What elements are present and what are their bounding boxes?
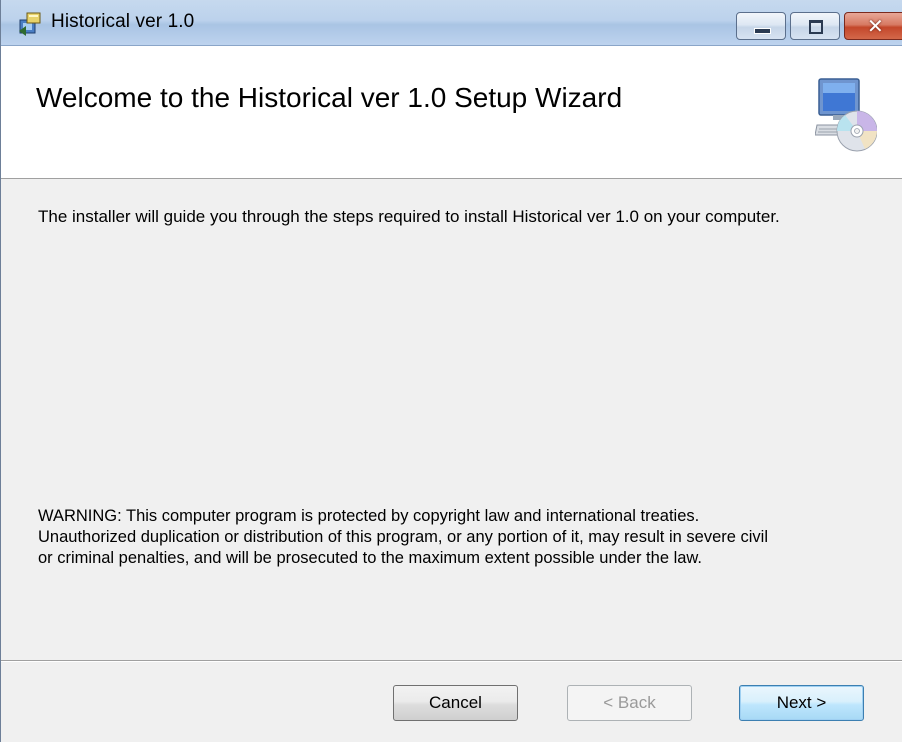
close-button[interactable]: ✕ — [844, 12, 902, 40]
minimize-button[interactable] — [736, 12, 786, 40]
warning-line: or criminal penalties, and will be prose… — [38, 549, 703, 567]
next-button[interactable]: Next > — [739, 685, 864, 721]
wizard-title: Welcome to the Historical ver 1.0 Setup … — [36, 82, 623, 113]
computer-cd-icon — [815, 78, 877, 152]
cancel-button[interactable]: Cancel — [393, 685, 518, 721]
title-bar[interactable]: Historical ver 1.0 ✕ — [1, 0, 902, 46]
window-title: Historical ver 1.0 — [51, 11, 195, 32]
copyright-warning: WARNING: This computer program is protec… — [38, 506, 888, 569]
maximize-icon — [809, 20, 823, 34]
footer-divider — [1, 660, 902, 662]
warning-line: Unauthorized duplication or distribution… — [38, 528, 769, 546]
maximize-button[interactable] — [790, 12, 840, 40]
intro-text: The installer will guide you through the… — [38, 207, 780, 226]
warning-line: WARNING: This computer program is protec… — [38, 507, 700, 525]
minimize-icon — [754, 28, 771, 34]
setup-wizard-window: Historical ver 1.0 ✕ Welcome to the Hist… — [0, 0, 902, 742]
wizard-banner: Welcome to the Historical ver 1.0 Setup … — [1, 46, 902, 179]
back-button[interactable]: < Back — [567, 685, 692, 721]
close-icon: ✕ — [867, 14, 884, 38]
installer-app-icon — [19, 12, 41, 36]
